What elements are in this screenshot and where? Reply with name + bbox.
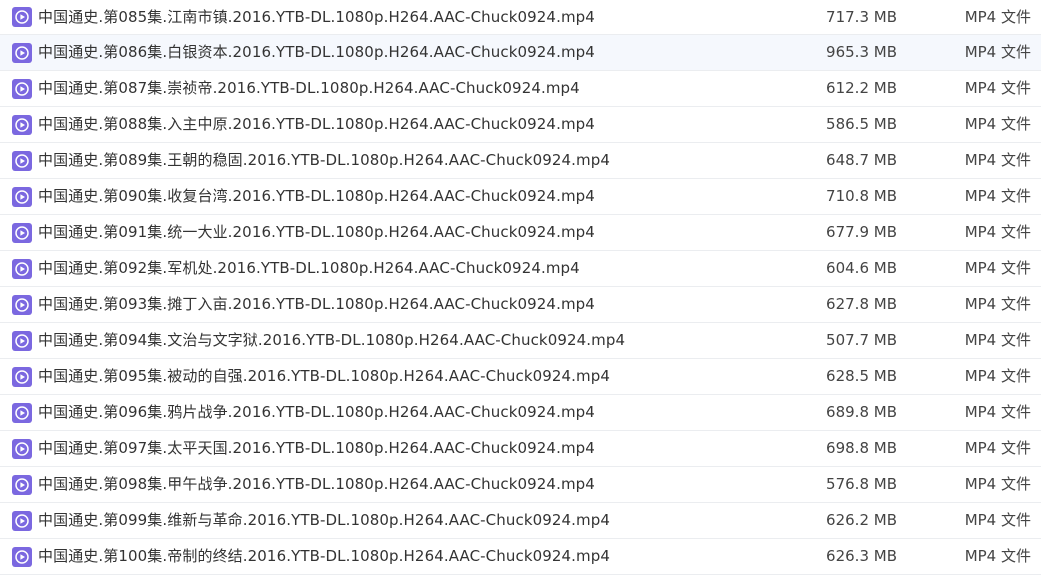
file-name[interactable]: 中国通史.第086集.白银资本.2016.YTB-DL.1080p.H264.A… — [38, 35, 595, 70]
file-row[interactable]: 中国通史.第086集.白银资本.2016.YTB-DL.1080p.H264.A… — [0, 35, 1041, 71]
video-file-icon — [12, 222, 32, 243]
video-file-icon — [12, 546, 32, 567]
file-type: MP4 文件 — [964, 295, 1031, 313]
video-file-icon — [12, 294, 32, 315]
file-size: 576.8 MB — [826, 475, 897, 493]
file-size: 627.8 MB — [826, 295, 897, 313]
video-file-icon — [12, 78, 32, 99]
video-file-icon — [12, 474, 32, 495]
file-size: 648.7 MB — [826, 151, 897, 169]
file-type: MP4 文件 — [964, 8, 1031, 26]
file-size: 698.8 MB — [826, 439, 897, 457]
file-size: 689.8 MB — [826, 403, 897, 421]
file-row[interactable]: 中国通史.第096集.鸦片战争.2016.YTB-DL.1080p.H264.A… — [0, 395, 1041, 431]
file-type: MP4 文件 — [964, 511, 1031, 529]
video-file-icon — [12, 114, 32, 135]
video-file-icon — [12, 150, 32, 171]
file-row[interactable]: 中国通史.第091集.统一大业.2016.YTB-DL.1080p.H264.A… — [0, 215, 1041, 251]
file-size: 586.5 MB — [826, 115, 897, 133]
file-type: MP4 文件 — [964, 223, 1031, 241]
file-row[interactable]: 中国通史.第085集.江南市镇.2016.YTB-DL.1080p.H264.A… — [0, 0, 1041, 35]
file-size: 626.3 MB — [826, 547, 897, 565]
file-size: 717.3 MB — [826, 8, 897, 26]
file-type: MP4 文件 — [964, 115, 1031, 133]
file-row[interactable]: 中国通史.第093集.摊丁入亩.2016.YTB-DL.1080p.H264.A… — [0, 287, 1041, 323]
file-name[interactable]: 中国通史.第097集.太平天国.2016.YTB-DL.1080p.H264.A… — [38, 431, 595, 466]
file-row[interactable]: 中国通史.第087集.崇祯帝.2016.YTB-DL.1080p.H264.AA… — [0, 71, 1041, 107]
video-file-icon — [12, 366, 32, 387]
file-row[interactable]: 中国通史.第095集.被动的自强.2016.YTB-DL.1080p.H264.… — [0, 359, 1041, 395]
file-name[interactable]: 中国通史.第093集.摊丁入亩.2016.YTB-DL.1080p.H264.A… — [38, 287, 595, 322]
file-name[interactable]: 中国通史.第094集.文治与文字狱.2016.YTB-DL.1080p.H264… — [38, 323, 625, 358]
file-size: 626.2 MB — [826, 511, 897, 529]
file-name[interactable]: 中国通史.第096集.鸦片战争.2016.YTB-DL.1080p.H264.A… — [38, 395, 595, 430]
file-name[interactable]: 中国通史.第092集.军机处.2016.YTB-DL.1080p.H264.AA… — [38, 251, 580, 286]
file-type: MP4 文件 — [964, 151, 1031, 169]
file-list: 中国通史.第085集.江南市镇.2016.YTB-DL.1080p.H264.A… — [0, 0, 1041, 575]
file-row[interactable]: 中国通史.第088集.入主中原.2016.YTB-DL.1080p.H264.A… — [0, 107, 1041, 143]
video-file-icon — [12, 438, 32, 459]
file-size: 628.5 MB — [826, 367, 897, 385]
file-type: MP4 文件 — [964, 547, 1031, 565]
video-file-icon — [12, 7, 32, 27]
video-file-icon — [12, 510, 32, 531]
file-name[interactable]: 中国通史.第100集.帝制的终结.2016.YTB-DL.1080p.H264.… — [38, 539, 610, 574]
file-name[interactable]: 中国通史.第091集.统一大业.2016.YTB-DL.1080p.H264.A… — [38, 215, 595, 250]
file-name[interactable]: 中国通史.第088集.入主中原.2016.YTB-DL.1080p.H264.A… — [38, 107, 595, 142]
file-name[interactable]: 中国通史.第085集.江南市镇.2016.YTB-DL.1080p.H264.A… — [38, 0, 595, 34]
file-name[interactable]: 中国通史.第099集.维新与革命.2016.YTB-DL.1080p.H264.… — [38, 503, 610, 538]
file-size: 507.7 MB — [826, 331, 897, 349]
file-type: MP4 文件 — [964, 79, 1031, 97]
video-file-icon — [12, 186, 32, 207]
file-name[interactable]: 中国通史.第095集.被动的自强.2016.YTB-DL.1080p.H264.… — [38, 359, 610, 394]
file-name[interactable]: 中国通史.第087集.崇祯帝.2016.YTB-DL.1080p.H264.AA… — [38, 71, 580, 106]
file-type: MP4 文件 — [964, 187, 1031, 205]
video-file-icon — [12, 42, 32, 63]
file-size: 965.3 MB — [826, 43, 897, 61]
video-file-icon — [12, 402, 32, 423]
file-row[interactable]: 中国通史.第089集.王朝的稳固.2016.YTB-DL.1080p.H264.… — [0, 143, 1041, 179]
file-size: 604.6 MB — [826, 259, 897, 277]
file-name[interactable]: 中国通史.第098集.甲午战争.2016.YTB-DL.1080p.H264.A… — [38, 467, 595, 502]
video-file-icon — [12, 330, 32, 351]
file-name[interactable]: 中国通史.第089集.王朝的稳固.2016.YTB-DL.1080p.H264.… — [38, 143, 610, 178]
file-row[interactable]: 中国通史.第092集.军机处.2016.YTB-DL.1080p.H264.AA… — [0, 251, 1041, 287]
file-type: MP4 文件 — [964, 259, 1031, 277]
file-row[interactable]: 中国通史.第094集.文治与文字狱.2016.YTB-DL.1080p.H264… — [0, 323, 1041, 359]
file-type: MP4 文件 — [964, 367, 1031, 385]
file-type: MP4 文件 — [964, 331, 1031, 349]
file-row[interactable]: 中国通史.第090集.收复台湾.2016.YTB-DL.1080p.H264.A… — [0, 179, 1041, 215]
file-row[interactable]: 中国通史.第098集.甲午战争.2016.YTB-DL.1080p.H264.A… — [0, 467, 1041, 503]
file-type: MP4 文件 — [964, 403, 1031, 421]
file-type: MP4 文件 — [964, 475, 1031, 493]
file-type: MP4 文件 — [964, 43, 1031, 61]
file-size: 612.2 MB — [826, 79, 897, 97]
file-type: MP4 文件 — [964, 439, 1031, 457]
video-file-icon — [12, 258, 32, 279]
file-row[interactable]: 中国通史.第099集.维新与革命.2016.YTB-DL.1080p.H264.… — [0, 503, 1041, 539]
file-size: 710.8 MB — [826, 187, 897, 205]
file-row[interactable]: 中国通史.第097集.太平天国.2016.YTB-DL.1080p.H264.A… — [0, 431, 1041, 467]
file-size: 677.9 MB — [826, 223, 897, 241]
file-row[interactable]: 中国通史.第100集.帝制的终结.2016.YTB-DL.1080p.H264.… — [0, 539, 1041, 575]
file-name[interactable]: 中国通史.第090集.收复台湾.2016.YTB-DL.1080p.H264.A… — [38, 179, 595, 214]
